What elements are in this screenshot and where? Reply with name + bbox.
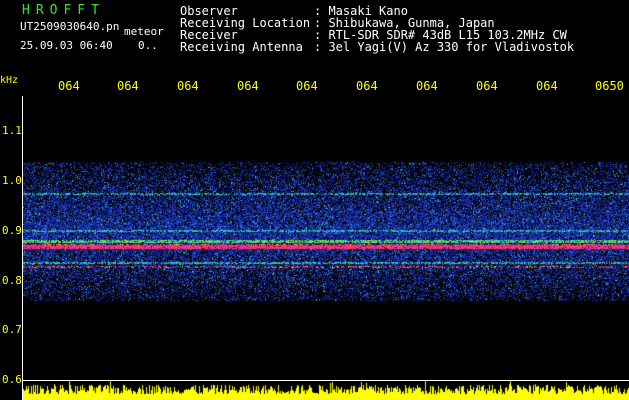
y-tick-label: 0.8: [2, 274, 22, 287]
marker-label: 0..: [138, 39, 158, 52]
x-tick-label: 064: [356, 79, 378, 93]
x-tick-label: 064: [296, 79, 318, 93]
power-baseline: [22, 380, 629, 381]
x-tick-label: 064: [237, 79, 259, 93]
antenna-label: Receiving Antenna: [180, 40, 303, 54]
y-tick-label: 0.9: [2, 224, 22, 237]
x-tick-label: 064: [416, 79, 438, 93]
hrofft-window: HROFFT UT2509030640.pn meteor 25.09.03 0…: [0, 0, 629, 400]
y-tick-label: 1.0: [2, 174, 22, 187]
y-tick-label: 1.1: [2, 124, 22, 137]
antenna-value: : 3el Yagi(V) Az 330 for Vladivostok: [314, 40, 575, 54]
x-tick-label: 0650: [595, 79, 624, 93]
app-title: HROFFT: [22, 3, 105, 18]
x-tick-label: 064: [476, 79, 498, 93]
x-tick-label: 064: [177, 79, 199, 93]
x-tick-label: 064: [536, 79, 558, 93]
y-axis-line: [22, 96, 23, 400]
y-tick-label: 0.6: [2, 373, 22, 386]
x-tick-label: 064: [58, 79, 80, 93]
mode-label: meteor: [124, 25, 164, 38]
frequency-unit-label: kHz: [0, 75, 19, 86]
y-tick-label: 0.7: [2, 323, 22, 336]
date-time: 25.09.03 06:40: [20, 39, 113, 52]
file-name: UT2509030640.pn: [20, 20, 120, 33]
spectrogram-plot: [22, 96, 629, 400]
x-tick-label: 064: [117, 79, 139, 93]
